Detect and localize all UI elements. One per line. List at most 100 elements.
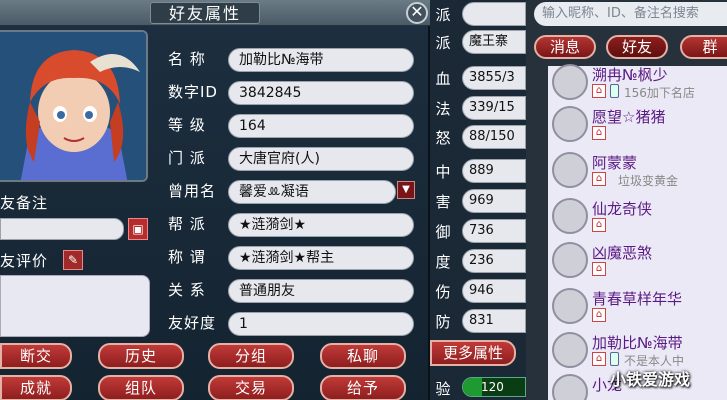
former-name-value: 馨爱ꔛ凝语 bbox=[228, 180, 396, 204]
friend-row[interactable]: 愿望☆猪猪 ⌂ bbox=[548, 104, 727, 148]
avatar bbox=[552, 374, 588, 400]
exp-label: 验 bbox=[435, 380, 451, 398]
relation-label: 关 系 bbox=[168, 281, 206, 299]
friend-row[interactable]: 青春草样年华 ⌂ bbox=[548, 286, 727, 330]
friend-memo-input[interactable] bbox=[0, 218, 124, 240]
friend-eval-textbox[interactable] bbox=[0, 275, 150, 337]
achievement-button[interactable]: 成就 bbox=[0, 375, 72, 400]
guild-label: 帮 派 bbox=[168, 215, 206, 233]
friend-status: 垃圾变黄金 bbox=[618, 174, 679, 188]
friend-search-input[interactable]: 输入昵称、ID、备注名搜索 bbox=[534, 2, 727, 26]
tab-messages[interactable]: 消息 bbox=[534, 35, 596, 59]
avatar bbox=[552, 288, 588, 324]
stat-value-7: 736 bbox=[462, 219, 526, 243]
level-value: 164 bbox=[228, 114, 414, 138]
name-label: 名 称 bbox=[168, 50, 206, 68]
avatar bbox=[552, 332, 588, 368]
stat-value-10: 831 bbox=[462, 309, 526, 333]
friend-name: 阿蒙蒙 bbox=[592, 154, 638, 172]
stat-value-8: 236 bbox=[462, 249, 526, 273]
stat-value-0 bbox=[462, 2, 526, 26]
title-label: 称 谓 bbox=[168, 248, 206, 266]
tab-friends[interactable]: 好友 bbox=[606, 35, 668, 59]
stat-value-6: 969 bbox=[462, 189, 526, 213]
friend-name: 青春草样年华 bbox=[592, 290, 683, 308]
team-button[interactable]: 组队 bbox=[98, 375, 184, 400]
home-icon: ⌂ bbox=[592, 84, 606, 98]
stat-label-2: 血 bbox=[435, 70, 451, 88]
stat-label-7: 御 bbox=[435, 223, 451, 241]
friend-row[interactable]: 仙龙奇侠 ⌂ bbox=[548, 196, 727, 240]
stat-label-0: 派 bbox=[435, 6, 451, 24]
school-label: 门 派 bbox=[168, 149, 206, 167]
title-value: ★涟漪剑★帮主 bbox=[228, 246, 414, 270]
stat-value-3: 339/15 bbox=[462, 96, 526, 120]
stat-value-2: 3855/3 bbox=[462, 66, 526, 90]
friend-name: 溯冉№枫少 bbox=[592, 66, 668, 84]
friend-name: 加勒比№海带 bbox=[592, 334, 683, 352]
edit-pen-icon[interactable]: ✎ bbox=[63, 250, 83, 270]
close-icon[interactable]: ✕ bbox=[406, 2, 428, 24]
relation-value: 普通朋友 bbox=[228, 279, 414, 303]
avatar bbox=[552, 242, 588, 278]
stat-label-1: 派 bbox=[435, 34, 451, 52]
avatar bbox=[552, 106, 588, 142]
friendship-value: 1 bbox=[228, 312, 414, 336]
level-label: 等 级 bbox=[168, 116, 206, 134]
tab-groups[interactable]: 群 bbox=[680, 35, 727, 59]
friend-name: 凶魔恶煞 bbox=[592, 244, 653, 262]
avatar bbox=[552, 64, 588, 100]
save-icon[interactable]: ▣ bbox=[128, 218, 148, 240]
private-chat-button[interactable]: 私聊 bbox=[320, 343, 406, 369]
game-screen: 好友属性 ✕ 名 称 加勒比№海带 数字ID 3842845 等 级 164 门… bbox=[0, 0, 727, 400]
friend-memo-label: 友备注 bbox=[0, 194, 49, 212]
stat-value-9: 946 bbox=[462, 279, 526, 303]
stat-label-6: 害 bbox=[435, 193, 451, 211]
friendship-label: 友好度 bbox=[168, 314, 217, 332]
dialog-titlebar[interactable]: 好友属性 ✕ bbox=[0, 0, 430, 26]
stat-value-5: 889 bbox=[462, 159, 526, 183]
digital-id-value: 3842845 bbox=[228, 81, 414, 105]
avatar bbox=[552, 152, 588, 188]
phone-icon bbox=[610, 84, 619, 98]
home-icon: ⌂ bbox=[592, 218, 606, 232]
stat-label-9: 伤 bbox=[435, 283, 451, 301]
watermark-text: 小铁爱游戏 bbox=[610, 370, 691, 389]
school-value: 大唐官府(人) bbox=[228, 147, 414, 171]
friend-row[interactable]: 溯冉№枫少 ⌂ 156加下名店 bbox=[548, 62, 727, 106]
unfriend-button[interactable]: 断交 bbox=[0, 343, 72, 369]
group-button[interactable]: 分组 bbox=[208, 343, 294, 369]
exp-value: 120 bbox=[481, 380, 504, 394]
friend-row[interactable]: 阿蒙蒙 ⌂ 垃圾变黄金 bbox=[548, 150, 727, 194]
former-name-dropdown-icon[interactable]: ▼ bbox=[397, 181, 415, 199]
stat-label-4: 怒 bbox=[435, 129, 451, 147]
stat-label-8: 度 bbox=[435, 253, 451, 271]
exp-fill bbox=[463, 378, 482, 396]
give-button[interactable]: 给予 bbox=[320, 375, 406, 400]
friend-eval-label: 友评价 bbox=[0, 252, 49, 270]
history-button[interactable]: 历史 bbox=[98, 343, 184, 369]
avatar bbox=[552, 198, 588, 234]
stat-value-4: 88/150 bbox=[462, 125, 526, 149]
guild-value: ★涟漪剑★ bbox=[228, 213, 414, 237]
stat-label-3: 法 bbox=[435, 100, 451, 118]
more-attributes-button[interactable]: 更多属性 bbox=[430, 340, 516, 366]
stat-label-5: 中 bbox=[435, 163, 451, 181]
friend-row[interactable]: 凶魔恶煞 ⌂ bbox=[548, 240, 727, 284]
friend-name: 愿望☆猪猪 bbox=[592, 108, 666, 126]
home-icon: ⌂ bbox=[592, 172, 606, 186]
friend-properties-dialog: 好友属性 ✕ 名 称 加勒比№海带 数字ID 3842845 等 级 164 门… bbox=[0, 0, 430, 400]
home-icon: ⌂ bbox=[592, 262, 606, 276]
portrait-art bbox=[0, 32, 146, 180]
phone-icon bbox=[610, 352, 619, 366]
former-name-label: 曾用名 bbox=[168, 182, 217, 200]
home-icon: ⌂ bbox=[592, 126, 606, 140]
dialog-title: 好友属性 bbox=[150, 2, 260, 24]
character-portrait bbox=[0, 30, 148, 182]
friend-name: 仙龙奇侠 bbox=[592, 200, 653, 218]
home-icon: ⌂ bbox=[592, 308, 606, 322]
name-value: 加勒比№海带 bbox=[228, 48, 414, 72]
stat-label-10: 防 bbox=[435, 313, 451, 331]
trade-button[interactable]: 交易 bbox=[208, 375, 294, 400]
home-icon: ⌂ bbox=[592, 352, 606, 366]
